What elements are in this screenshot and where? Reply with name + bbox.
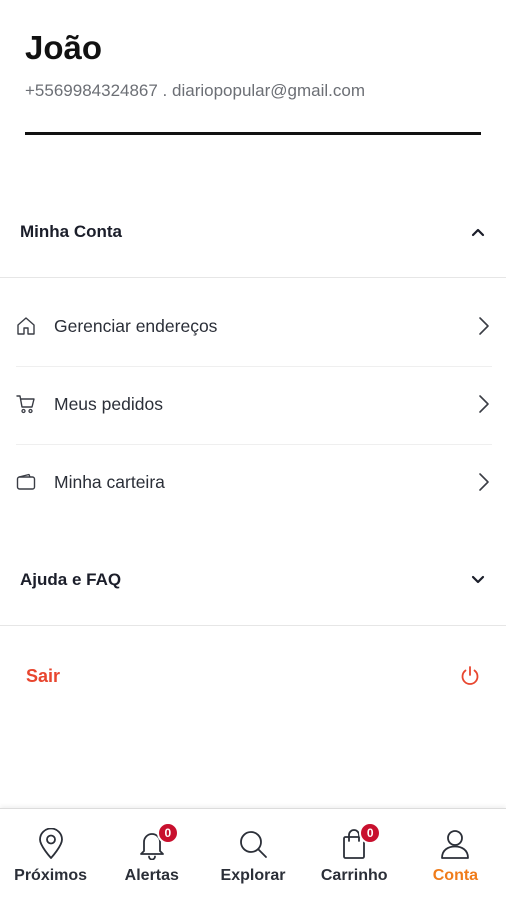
profile-header: João +5569984324867 . diariopopular@gmai…: [0, 0, 506, 135]
account-section-toggle[interactable]: Minha Conta: [0, 207, 506, 257]
help-section-toggle[interactable]: Ajuda e FAQ: [0, 555, 506, 605]
search-icon: [236, 827, 270, 861]
divider: [0, 625, 506, 626]
wallet-icon: [16, 471, 38, 493]
help-section-title: Ajuda e FAQ: [20, 570, 122, 589]
divider: [0, 277, 506, 278]
tab-label: Explorar: [220, 867, 286, 884]
tab-alerts[interactable]: 0 Alertas: [101, 809, 202, 900]
tab-label: Carrinho: [320, 867, 388, 884]
logout-label: Sair: [26, 665, 61, 686]
tab-explore[interactable]: Explorar: [202, 809, 303, 900]
profile-name: João: [25, 29, 103, 66]
menu-item-my-orders[interactable]: Meus pedidos: [16, 365, 492, 443]
tab-label: Conta: [432, 867, 479, 884]
tab-nearby[interactable]: Próximos: [0, 809, 101, 900]
shopping-bag-icon: 0: [337, 822, 382, 861]
tab-cart[interactable]: 0 Carrinho: [304, 809, 405, 900]
menu-item-label: Meus pedidos: [54, 393, 163, 414]
cart-icon: [16, 393, 38, 415]
chevron-right-icon: [476, 471, 492, 493]
home-icon: [16, 315, 38, 337]
account-section-title: Minha Conta: [20, 222, 122, 241]
menu-item-manage-addresses[interactable]: Gerenciar endereços: [16, 287, 492, 365]
cart-badge: 0: [359, 822, 382, 844]
tab-label: Próximos: [14, 867, 88, 884]
chevron-up-icon: [470, 224, 486, 240]
menu-item-label: Minha carteira: [54, 471, 165, 492]
bell-icon: 0: [135, 822, 179, 861]
chevron-down-icon: [470, 572, 486, 588]
alerts-badge: 0: [156, 822, 179, 844]
tab-account[interactable]: Conta: [405, 809, 506, 900]
location-pin-icon: [34, 827, 68, 861]
menu-item-my-wallet[interactable]: Minha carteira: [16, 443, 492, 521]
menu-item-label: Gerenciar endereços: [54, 315, 218, 336]
logout-button[interactable]: Sair: [0, 652, 506, 700]
tab-label: Alertas: [124, 867, 179, 884]
chevron-right-icon: [476, 315, 492, 337]
profile-contact: +5569984324867 . diariopopular@gmail.com: [25, 81, 366, 100]
user-icon: [438, 827, 472, 861]
profile-divider: [25, 132, 481, 135]
chevron-right-icon: [476, 393, 492, 415]
bottom-tab-bar: Próximos 0 Alertas Explorar 0 Carrinho C…: [0, 808, 506, 900]
power-icon: [458, 664, 482, 688]
